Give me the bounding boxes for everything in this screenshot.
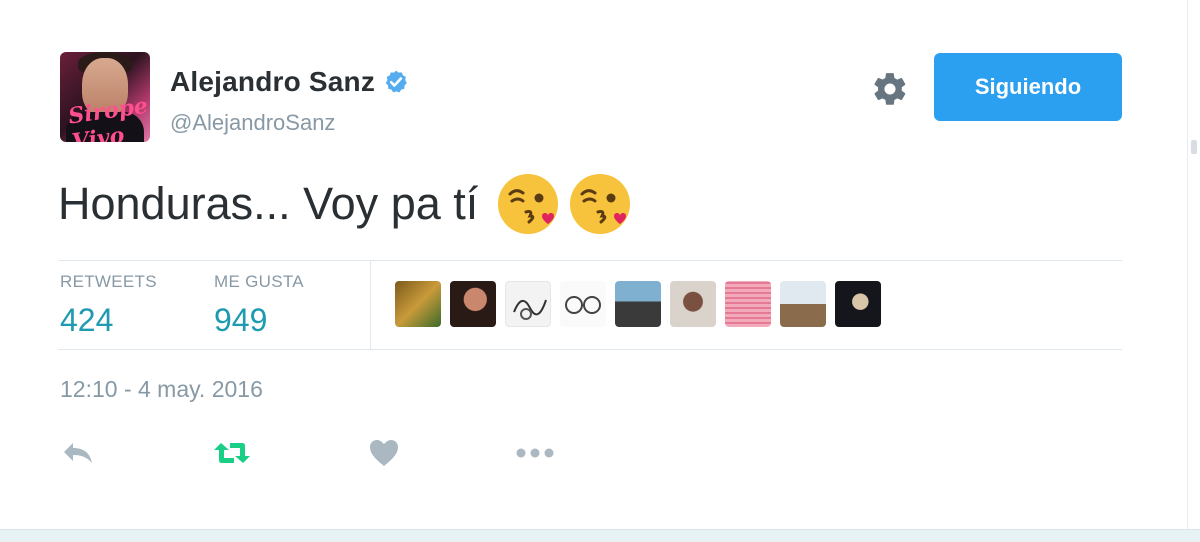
liker-avatar[interactable] — [450, 281, 496, 327]
reply-icon — [64, 443, 92, 463]
likes-label: ME GUSTA — [214, 272, 304, 291]
stats-divider — [370, 261, 371, 349]
page-bottom-band — [0, 529, 1200, 542]
tweet-text-row: Honduras... Voy pa tí — [58, 172, 632, 236]
divider — [58, 349, 1122, 350]
tweet-timestamp[interactable]: 12:10 - 4 may. 2016 — [60, 376, 263, 403]
verified-badge-icon — [385, 70, 407, 93]
retweet-button[interactable] — [212, 436, 252, 470]
tweet-card: Sirope Vivo Alejandro Sanz @AlejandroSan… — [0, 0, 1188, 530]
likes-stat[interactable]: ME GUSTA 949 — [214, 272, 304, 339]
following-button[interactable]: Siguiendo — [934, 53, 1122, 121]
liker-avatar[interactable] — [505, 281, 551, 327]
scrollbar-thumb[interactable] — [1191, 140, 1197, 154]
gear-icon[interactable] — [871, 70, 909, 108]
author-handle[interactable]: @AlejandroSanz — [170, 110, 335, 136]
author-name[interactable]: Alejandro Sanz — [170, 66, 375, 98]
like-button[interactable] — [364, 436, 404, 470]
retweets-count: 424 — [60, 302, 114, 338]
author-name-row[interactable]: Alejandro Sanz — [170, 66, 409, 98]
more-icon — [516, 448, 554, 458]
liker-avatar[interactable] — [670, 281, 716, 327]
liker-avatar[interactable] — [615, 281, 661, 327]
page-scrollbar[interactable] — [1187, 0, 1200, 542]
likes-count: 949 — [214, 302, 268, 338]
liker-avatar[interactable] — [395, 281, 441, 327]
reply-button[interactable] — [58, 436, 98, 470]
kissing-face-with-heart-emoji-icon — [498, 174, 559, 234]
retweets-stat[interactable]: RETWEETS 424 — [60, 272, 157, 339]
author-avatar[interactable]: Sirope Vivo — [60, 52, 150, 142]
liker-avatar[interactable] — [835, 281, 881, 327]
divider — [58, 260, 1122, 261]
avatar-script-text: Sirope Vivo — [66, 92, 150, 142]
kissing-face-with-heart-emoji-icon — [570, 174, 631, 234]
liker-avatar[interactable] — [725, 281, 771, 327]
tweet-text: Honduras... Voy pa tí — [58, 178, 479, 229]
more-button[interactable] — [515, 436, 555, 470]
retweet-icon — [214, 443, 250, 463]
liker-avatar[interactable] — [560, 281, 606, 327]
liker-avatars — [395, 281, 890, 327]
like-icon — [370, 440, 398, 466]
retweets-label: RETWEETS — [60, 272, 157, 291]
liker-avatar[interactable] — [780, 281, 826, 327]
